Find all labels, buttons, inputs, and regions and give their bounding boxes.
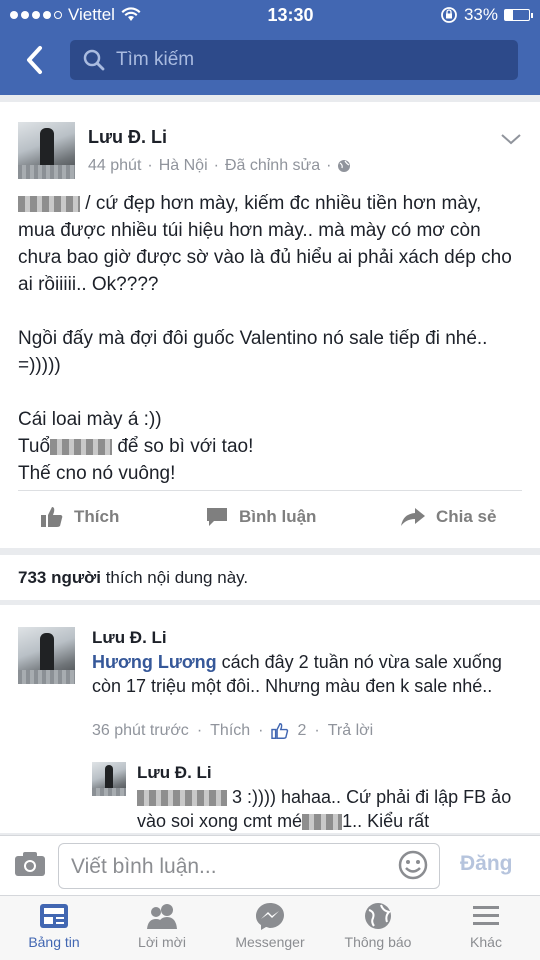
comment-time: 36 phút trước bbox=[92, 722, 189, 739]
post-actions: Thích Bình luận Chia sẻ bbox=[0, 497, 540, 537]
status-left: Viettel bbox=[10, 5, 141, 25]
likes-count: 733 người bbox=[18, 568, 101, 587]
public-globe-icon bbox=[338, 160, 351, 172]
news-feed-icon bbox=[40, 904, 68, 928]
post-edited[interactable]: Đã chỉnh sửa bbox=[225, 157, 320, 175]
wifi-icon bbox=[121, 7, 141, 21]
post-meta: 44 phút · Hà Nội · Đã chỉnh sửa · bbox=[88, 157, 351, 175]
share-icon bbox=[401, 508, 425, 526]
comment-author[interactable]: Lưu Đ. Li bbox=[92, 628, 167, 648]
tab-news-feed[interactable]: Bảng tin bbox=[0, 902, 108, 950]
comment-label: Bình luận bbox=[239, 507, 317, 526]
signal-icon bbox=[10, 11, 62, 19]
comment-like-button[interactable]: Thích bbox=[210, 722, 250, 740]
tab-notifications[interactable]: Thông báo bbox=[324, 902, 432, 950]
post-line-text: Tuổ bbox=[18, 436, 51, 457]
emoji-icon[interactable] bbox=[398, 850, 428, 880]
status-bar: Viettel 13:30 33% bbox=[0, 0, 540, 30]
tab-label: Khác bbox=[470, 934, 502, 950]
post-author[interactable]: Lưu Đ. Li bbox=[88, 127, 167, 148]
avatar[interactable] bbox=[18, 122, 75, 179]
thumbs-up-icon bbox=[41, 507, 63, 527]
share-label: Chia sẻ bbox=[436, 507, 497, 526]
comment-icon bbox=[207, 508, 227, 526]
avatar[interactable] bbox=[92, 762, 126, 796]
status-right: 33% bbox=[440, 5, 533, 25]
reply-text-part: 1.. Kiểu rất bbox=[342, 811, 430, 831]
meta-separator: · bbox=[196, 722, 203, 739]
tagged-user[interactable]: Hương Lương bbox=[92, 652, 217, 672]
divider bbox=[18, 490, 522, 491]
redacted-blur bbox=[18, 195, 80, 212]
back-button[interactable] bbox=[12, 38, 56, 82]
like-button[interactable]: Thích bbox=[40, 506, 119, 528]
meta-separator: · bbox=[314, 722, 320, 739]
battery-percent: 33% bbox=[463, 5, 498, 24]
clock: 13:30 bbox=[267, 4, 314, 25]
globe-icon bbox=[365, 903, 392, 929]
post-card: Lưu Đ. Li 44 phút · Hà Nội · Đã chỉnh sử… bbox=[0, 102, 540, 548]
comment-placeholder: Viết bình luận... bbox=[71, 855, 217, 878]
likes-summary[interactable]: 733 người thích nội dung này. bbox=[0, 555, 540, 600]
meta-separator: · bbox=[326, 157, 332, 174]
redacted-blur bbox=[137, 790, 227, 807]
post-line: Cái loai mày á :)) bbox=[18, 409, 162, 430]
chevron-left-icon bbox=[27, 46, 42, 74]
post-line-text: để so bì với tao! bbox=[112, 436, 254, 457]
chevron-down-icon[interactable] bbox=[500, 132, 522, 146]
comment-meta: 36 phút trước · Thích · 2 · Trả lời bbox=[92, 722, 373, 740]
tab-label: Lời mời bbox=[138, 934, 186, 950]
post-paragraph: Ngồi đấy mà đợi đôi guốc Valentino nó sa… bbox=[18, 328, 488, 376]
post-line: Tuổ để so bì với tao! bbox=[18, 433, 523, 460]
top-bar: Viettel 13:30 33% Tìm kiếm bbox=[0, 0, 540, 95]
redacted-blur bbox=[302, 814, 343, 831]
share-button[interactable]: Chia sẻ bbox=[400, 507, 496, 527]
tab-friend-requests[interactable]: Lời mời bbox=[108, 902, 216, 950]
comments-section: Lưu Đ. Li Hương Lương cách đây 2 tuần nó… bbox=[0, 605, 540, 833]
comment-input[interactable]: Viết bình luận... bbox=[58, 843, 440, 889]
meta-separator: · bbox=[213, 157, 219, 174]
post-line: Thế cno nó vuông! bbox=[18, 463, 176, 484]
tab-label: Messenger bbox=[235, 934, 305, 950]
post-paragraph: / cứ đẹp hơn mày, kiếm đc nhiều tiền hơn… bbox=[18, 190, 523, 298]
like-label: Thích bbox=[74, 507, 120, 526]
search-input[interactable]: Tìm kiếm bbox=[70, 40, 518, 80]
tab-messenger[interactable]: Messenger bbox=[216, 902, 324, 950]
nav-row: Tìm kiếm bbox=[0, 30, 540, 90]
comment-button[interactable]: Bình luận bbox=[205, 506, 316, 528]
rotation-lock-icon bbox=[441, 7, 457, 23]
search-icon bbox=[83, 49, 105, 71]
tab-bar: Bảng tin Lời mời Messenger Thông báo Khá… bbox=[0, 895, 540, 960]
redacted-blur bbox=[50, 438, 113, 455]
post-text: / cứ đẹp hơn mày, kiếm đc nhiều tiền hơn… bbox=[18, 190, 523, 487]
battery-icon bbox=[504, 9, 533, 21]
meta-separator: · bbox=[258, 722, 264, 739]
post-paragraph-text: / cứ đẹp hơn mày, kiếm đc nhiều tiền hơn… bbox=[18, 193, 512, 295]
comment-composer: Viết bình luận... Đăng bbox=[0, 835, 540, 895]
post-location[interactable]: Hà Nội bbox=[159, 157, 208, 175]
comment-like-count: 2 bbox=[297, 722, 307, 739]
send-button[interactable]: Đăng bbox=[460, 852, 513, 876]
likes-text: thích nội dung này. bbox=[100, 568, 249, 587]
carrier-label: Viettel bbox=[68, 5, 115, 24]
messenger-icon bbox=[256, 903, 284, 930]
search-placeholder: Tìm kiếm bbox=[116, 49, 195, 70]
tab-label: Bảng tin bbox=[28, 934, 80, 950]
reply-text: 3 :)))) hahaa.. Cứ phải đi lập FB ảo vào… bbox=[137, 785, 522, 833]
comment-text: Hương Lương cách đây 2 tuần nó vừa sale … bbox=[92, 650, 512, 698]
reply-author[interactable]: Lưu Đ. Li bbox=[137, 763, 212, 783]
meta-separator: · bbox=[147, 157, 153, 174]
post-time[interactable]: 44 phút bbox=[88, 157, 141, 175]
menu-icon bbox=[473, 906, 499, 925]
friend-requests-icon bbox=[147, 904, 177, 929]
tab-label: Thông báo bbox=[344, 934, 412, 950]
comment-reply-button[interactable]: Trả lời bbox=[328, 722, 373, 740]
avatar[interactable] bbox=[18, 627, 75, 684]
tab-more[interactable]: Khác bbox=[432, 902, 540, 950]
camera-icon[interactable] bbox=[14, 850, 46, 878]
thumbs-up-icon bbox=[271, 723, 289, 739]
